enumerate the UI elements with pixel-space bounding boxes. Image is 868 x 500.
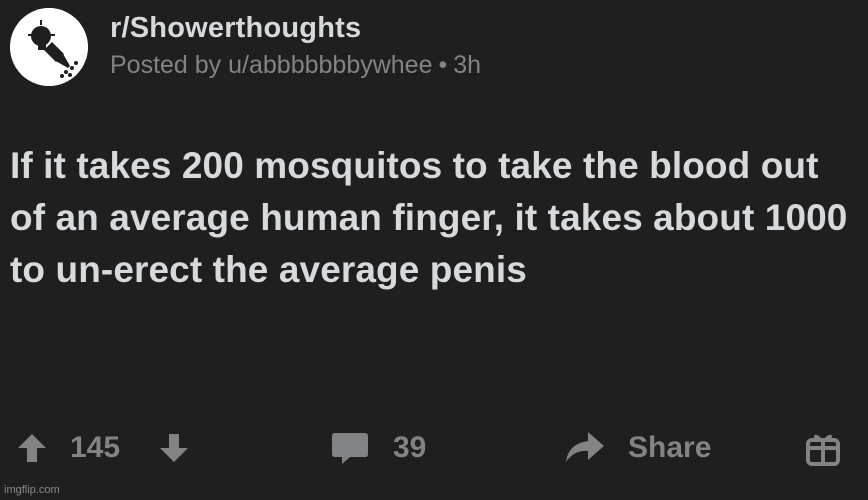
shower-head-lightbulb-icon [10, 8, 88, 86]
post-meta: r/Showerthoughts Posted by u/abbbbbbbywh… [110, 10, 481, 82]
subreddit-avatar[interactable] [10, 8, 88, 86]
byline-separator: • [438, 51, 448, 79]
subreddit-name[interactable]: r/Showerthoughts [110, 10, 481, 46]
comments-button[interactable] [330, 420, 370, 476]
award-button[interactable] [806, 420, 840, 476]
post-byline: Posted by u/abbbbbbbywhee • 3h [110, 48, 481, 82]
imgflip-watermark: imgflip.com [4, 484, 60, 496]
upvote-button[interactable] [14, 420, 50, 476]
downvote-button[interactable] [156, 420, 192, 476]
comments-count[interactable]: 39 [393, 420, 426, 476]
post-title[interactable]: If it takes 200 mosquitos to take the bl… [10, 140, 850, 296]
gift-icon [806, 434, 840, 466]
arrow-up-icon [18, 434, 46, 462]
post-card: r/Showerthoughts Posted by u/abbbbbbbywh… [0, 0, 868, 500]
share-arrow-icon [566, 432, 604, 462]
username-link[interactable]: u/abbbbbbbywhee [228, 51, 432, 79]
post-header: r/Showerthoughts Posted by u/abbbbbbbywh… [10, 8, 481, 86]
posted-by-label: Posted by [110, 51, 222, 79]
share-button-icon-wrap[interactable] [562, 420, 606, 476]
post-age: 3h [453, 51, 482, 79]
post-actions-bar: 145 39 Share [0, 420, 868, 476]
arrow-down-icon [160, 434, 188, 462]
share-button[interactable]: Share [628, 420, 711, 476]
comment-bubble-icon [332, 433, 368, 464]
vote-score: 145 [70, 431, 121, 464]
